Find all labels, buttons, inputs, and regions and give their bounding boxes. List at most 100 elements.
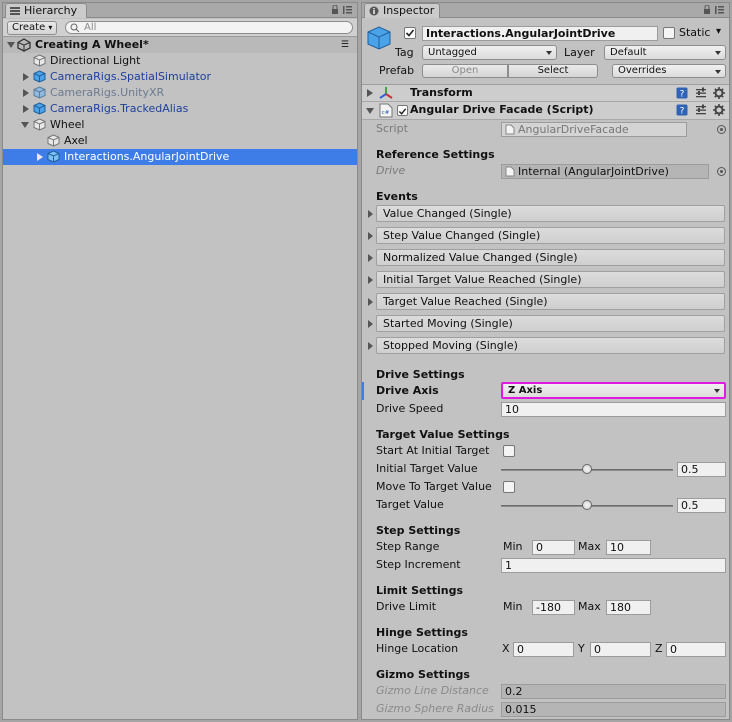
expand-arrow-icon[interactable] (368, 210, 373, 218)
hierarchy-tab-menu-icon[interactable] (331, 4, 353, 18)
step-settings-heading: Step Settings (376, 524, 461, 537)
event-started-moving[interactable]: Started Moving (Single) (368, 315, 725, 332)
initial-target-label: Initial Target Value (376, 462, 478, 475)
transform-axes-icon (379, 87, 393, 99)
hinge-x-input[interactable]: 0 (513, 642, 574, 657)
expand-arrow-icon[interactable] (368, 276, 373, 284)
expand-arrow-icon[interactable] (23, 73, 29, 81)
hierarchy-item[interactable]: CameraRigs.UnityXR (3, 85, 357, 101)
start-at-initial-label: Start At Initial Target (376, 444, 490, 457)
csharp-script-icon (505, 166, 515, 177)
gear-icon[interactable] (713, 87, 725, 99)
static-dropdown-icon[interactable]: ▾ (716, 26, 721, 37)
collapse-arrow-icon[interactable] (21, 122, 29, 128)
expand-arrow-icon[interactable] (23, 89, 29, 97)
static-checkbox[interactable] (663, 27, 675, 39)
gizmo-line-input: 0.2 (501, 684, 726, 699)
create-button[interactable]: Create ▾ (7, 21, 57, 35)
start-at-initial-checkbox[interactable] (503, 445, 515, 457)
initial-target-input[interactable]: 0.5 (677, 462, 726, 477)
expand-arrow-icon[interactable] (368, 320, 373, 328)
tab-inspector[interactable]: Inspector (364, 3, 440, 18)
script-component-header[interactable]: c# Angular Drive Facade (Script) ? (362, 102, 729, 120)
hierarchy-search-input[interactable]: All (65, 21, 353, 34)
event-initial-target-reached[interactable]: Initial Target Value Reached (Single) (368, 271, 725, 288)
drive-reference-field[interactable]: Internal (AngularJointDrive) (501, 164, 709, 179)
hierarchy-toolbar: Create ▾ All (3, 19, 357, 37)
hierarchy-item-label: Interactions.AngularJointDrive (64, 150, 230, 163)
object-picker-icon[interactable] (717, 167, 726, 176)
limit-settings-heading: Limit Settings (376, 584, 464, 597)
svg-text:c#: c# (382, 110, 390, 116)
hinge-y-input[interactable]: 0 (590, 642, 651, 657)
step-min-label: Min (503, 540, 523, 553)
reference-settings-heading: Reference Settings (376, 148, 495, 161)
checkmark-icon (405, 29, 415, 37)
initial-target-slider-handle[interactable] (582, 464, 592, 474)
expand-arrow-icon[interactable] (368, 232, 373, 240)
target-value-slider-handle[interactable] (582, 500, 592, 510)
preset-sliders-icon[interactable] (695, 87, 707, 99)
expand-arrow-icon[interactable] (23, 105, 29, 113)
preset-sliders-icon[interactable] (695, 104, 707, 116)
hinge-x-label: X (502, 642, 510, 655)
scene-row[interactable]: Creating A Wheel* ☰ (3, 37, 357, 53)
prefab-overrides-dropdown[interactable]: Overrides (612, 64, 726, 78)
component-title: Angular Drive Facade (Script) (410, 103, 594, 116)
expand-arrow-icon[interactable] (368, 342, 373, 350)
step-min-input[interactable]: 0 (532, 540, 575, 555)
expand-arrow-icon[interactable] (37, 153, 43, 161)
hinge-location-label: Hinge Location (376, 642, 459, 655)
event-stopped-moving[interactable]: Stopped Moving (Single) (368, 337, 725, 354)
event-value-changed[interactable]: Value Changed (Single) (368, 205, 725, 222)
help-book-icon[interactable]: ? (676, 104, 688, 116)
transform-component-header[interactable]: Transform ? (362, 84, 729, 102)
expand-arrow-icon[interactable] (368, 254, 373, 262)
transform-title: Transform (410, 86, 473, 99)
drive-speed-input[interactable]: 10 (501, 402, 726, 417)
gear-icon[interactable] (713, 104, 725, 116)
hierarchy-item[interactable]: Axel (3, 133, 357, 149)
hierarchy-item[interactable]: Directional Light (3, 53, 357, 69)
target-value-input[interactable]: 0.5 (677, 498, 726, 513)
help-book-icon[interactable]: ? (676, 87, 688, 99)
gizmo-sphere-label: Gizmo Sphere Radius (376, 702, 494, 715)
hierarchy-item-selected[interactable]: Interactions.AngularJointDrive (3, 149, 357, 165)
scene-menu-icon[interactable]: ☰ (341, 37, 349, 53)
prefab-open-button[interactable]: Open (422, 64, 508, 78)
limit-min-input[interactable]: -180 (532, 600, 575, 615)
expand-arrow-icon[interactable] (368, 298, 373, 306)
component-header-icons: ? (673, 87, 725, 100)
active-checkbox[interactable] (404, 27, 416, 39)
limit-max-input[interactable]: 180 (606, 600, 651, 615)
hierarchy-item[interactable]: Wheel (3, 117, 357, 133)
event-normalized-value-changed[interactable]: Normalized Value Changed (Single) (368, 249, 725, 266)
inspector-tab-menu-icon[interactable] (703, 4, 725, 18)
prefab-cube-icon (33, 70, 46, 83)
gizmo-sphere-input: 0.015 (501, 702, 726, 717)
event-target-value-reached[interactable]: Target Value Reached (Single) (368, 293, 725, 310)
hinge-z-input[interactable]: 0 (666, 642, 726, 657)
tag-dropdown[interactable]: Untagged (422, 45, 557, 60)
object-picker-icon[interactable] (717, 125, 726, 134)
expand-arrow-icon[interactable] (7, 42, 15, 48)
event-step-value-changed[interactable]: Step Value Changed (Single) (368, 227, 725, 244)
object-name-input[interactable]: Interactions.AngularJointDrive (422, 26, 658, 41)
step-max-input[interactable]: 10 (606, 540, 651, 555)
collapse-arrow-icon[interactable] (366, 108, 374, 114)
tab-hierarchy[interactable]: Hierarchy (5, 3, 87, 18)
layer-dropdown[interactable]: Default (604, 45, 726, 60)
hierarchy-item[interactable]: CameraRigs.SpatialSimulator (3, 69, 357, 85)
hierarchy-item[interactable]: CameraRigs.TrackedAlias (3, 101, 357, 117)
expand-arrow-icon[interactable] (367, 89, 373, 97)
drive-axis-dropdown[interactable]: Z Axis (501, 382, 726, 399)
drive-speed-label: Drive Speed (376, 402, 444, 415)
move-to-target-checkbox[interactable] (503, 481, 515, 493)
prefab-label: Prefab (379, 64, 415, 77)
limit-max-label: Max (578, 600, 601, 613)
hierarchy-panel: Hierarchy Create ▾ All Creating A Wheel*… (2, 2, 358, 720)
prefab-select-button[interactable]: Select (508, 64, 598, 78)
component-enabled-checkbox[interactable] (397, 105, 408, 116)
tab-hierarchy-label: Hierarchy (24, 4, 78, 17)
step-increment-input[interactable]: 1 (501, 558, 726, 573)
